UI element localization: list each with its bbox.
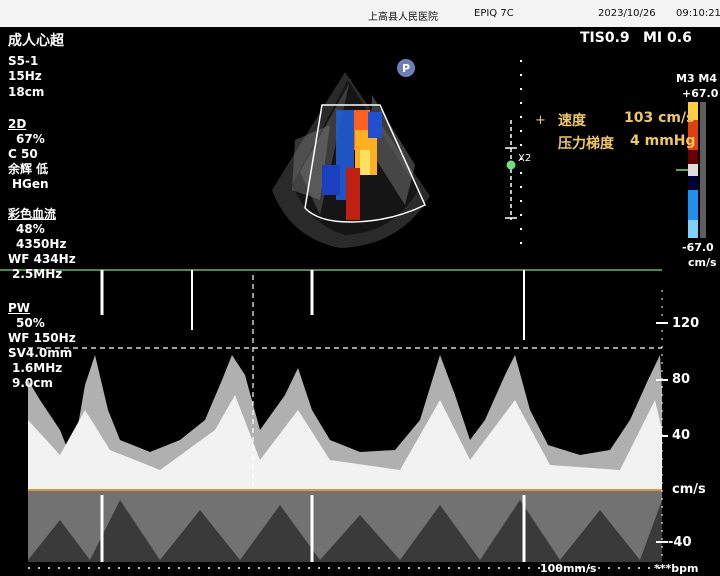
depth-value: 18cm xyxy=(8,85,45,99)
pw-title: PW xyxy=(8,301,31,315)
caliper-cursor xyxy=(505,120,517,220)
frame-rate: 15Hz xyxy=(8,69,42,83)
mode-2d-mode: HGen xyxy=(12,177,49,191)
mode-2d-gain: 67% xyxy=(16,132,45,146)
color-flow-wf: WF 434Hz xyxy=(8,252,76,266)
color-flow-title: 彩色血流 xyxy=(8,207,57,221)
mode-2d-title: 2D xyxy=(8,117,27,131)
axis-tick-40: 40 xyxy=(672,428,691,443)
sweep-speed: 100mm/s xyxy=(540,562,597,575)
pw-depth: 9.0cm xyxy=(12,376,53,390)
color-scale-unit: cm/s xyxy=(688,256,717,269)
heart-rate: ***bpm xyxy=(654,562,699,575)
mode-2d-compress: C 50 xyxy=(8,147,38,161)
axis-tick-120: 120 xyxy=(672,316,700,331)
color-scale-top: +67.0 xyxy=(682,87,719,100)
gradient-label: 压力梯度 xyxy=(558,136,614,152)
color-flow-freq: 2.5MHz xyxy=(12,267,63,281)
measurement-cross-icon: + xyxy=(535,113,546,128)
probe-orientation-marker: P xyxy=(397,59,415,77)
axis-unit: cm/s xyxy=(672,482,706,497)
color-map-label: M3 M4 xyxy=(676,72,718,85)
gradient-value: 4 mmHg xyxy=(630,133,696,149)
color-flow-prf: 4350Hz xyxy=(16,237,67,251)
velocity-value: 103 cm/s xyxy=(624,110,695,126)
p-marker-text: P xyxy=(402,62,410,75)
pw-freq: 1.6MHz xyxy=(12,361,63,375)
velocity-label: 速度 xyxy=(558,113,586,129)
axis-tick-neg40: -40 xyxy=(668,535,692,550)
preset-label: 成人心超 xyxy=(8,33,64,49)
zoom-label: X2 xyxy=(518,153,531,164)
color-scale-bottom: -67.0 xyxy=(682,241,714,254)
tis-value: TIS0.9 xyxy=(580,30,630,46)
mode-2d-persist: 余辉 低 xyxy=(8,162,49,176)
ultrasound-graphics: P X2 + xyxy=(0,59,706,569)
pw-wf: WF 150Hz xyxy=(8,331,76,345)
mi-value: MI 0.6 xyxy=(643,30,692,46)
axis-tick-80: 80 xyxy=(672,372,691,387)
pw-gain: 50% xyxy=(16,316,45,330)
doppler-spectrum xyxy=(28,270,662,562)
pw-sv: SV4.0mm xyxy=(8,346,73,360)
color-flow-gain: 48% xyxy=(16,222,45,236)
probe-name: S5-1 xyxy=(8,54,39,68)
